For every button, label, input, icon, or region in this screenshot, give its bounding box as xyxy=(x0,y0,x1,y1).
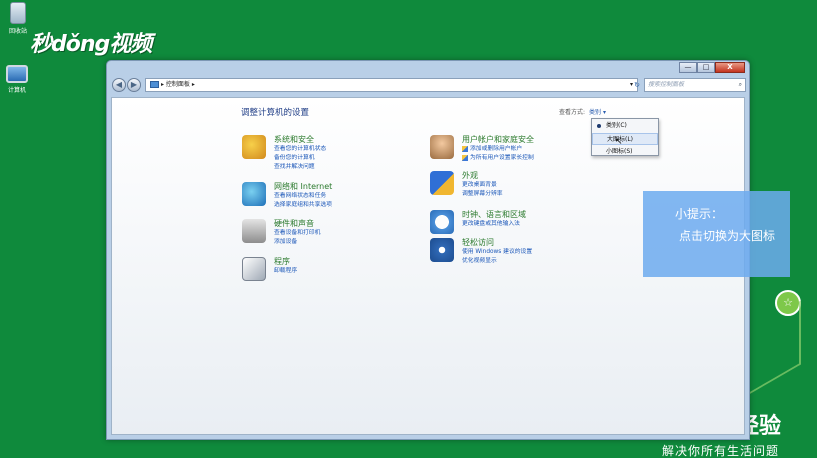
menu-item-large-icons[interactable]: 大图标(L) ↖ xyxy=(592,133,658,147)
recycle-bin-icon xyxy=(10,2,26,24)
tip-overlay: 小提示： 点击切换为大图标 xyxy=(643,191,790,277)
printer-icon xyxy=(242,219,266,243)
close-button[interactable]: X xyxy=(715,62,745,73)
category-title[interactable]: 外观 xyxy=(462,170,503,181)
computer-icon xyxy=(6,65,28,83)
ease-of-access-icon xyxy=(430,238,454,262)
search-icon[interactable]: ⌕ xyxy=(739,79,742,91)
address-bar[interactable]: ▸ 控制面板 ▸ ▾ xyxy=(145,78,638,92)
menu-item-category[interactable]: 类别(C) xyxy=(592,120,658,132)
tip-text: 点击切换为大图标 xyxy=(679,229,776,243)
menu-item-label: 类别(C) xyxy=(606,122,627,129)
page-title: 调整计算机的设置 xyxy=(241,108,310,118)
address-text: ▸ 控制面板 ▸ xyxy=(161,81,195,88)
uac-shield-icon xyxy=(462,154,468,161)
menu-item-small-icons[interactable]: 小图标(S) xyxy=(592,146,658,158)
computer-desktop-icon[interactable]: 计算机 xyxy=(0,65,35,94)
category-title[interactable]: 轻松访问 xyxy=(462,237,532,248)
users-icon xyxy=(430,135,454,159)
view-by-menu: 类别(C) 大图标(L) ↖ 小图标(S) xyxy=(591,118,659,156)
globe-network-icon xyxy=(242,182,266,206)
category-title[interactable]: 系统和安全 xyxy=(274,134,326,145)
category-link[interactable]: 卸载程序 xyxy=(274,267,297,276)
category-link[interactable]: 添加设备 xyxy=(274,238,320,247)
category-link-label: 为所有用户设置家长控制 xyxy=(470,155,534,161)
category-title[interactable]: 程序 xyxy=(274,256,297,267)
maximize-button[interactable]: □ xyxy=(697,62,715,73)
programs-icon xyxy=(242,257,266,281)
title-bar[interactable]: — □ X xyxy=(107,61,749,77)
category-link[interactable]: 使用 Windows 建议的设置 xyxy=(462,248,532,257)
search-input[interactable]: 搜索控制面板 ⌕ xyxy=(644,78,746,92)
category-link[interactable]: 为所有用户设置家长控制 xyxy=(462,154,534,163)
back-button[interactable]: ◀ xyxy=(112,78,126,92)
category-link[interactable]: 查看设备和打印机 xyxy=(274,229,320,238)
view-by-label: 查看方式: xyxy=(559,109,586,116)
category-link[interactable]: 优化视频显示 xyxy=(462,257,532,266)
control-panel-icon xyxy=(150,81,159,88)
category-title[interactable]: 硬件和声音 xyxy=(274,218,320,229)
slogan-text: 解决你所有生活问题 xyxy=(661,444,779,458)
category-link[interactable]: 添加或删除用户帐户 xyxy=(462,145,534,154)
category-title[interactable]: 用户帐户和家庭安全 xyxy=(462,134,534,145)
shield-icon xyxy=(242,135,266,159)
selected-bullet-icon xyxy=(597,124,601,128)
navigation-bar: ◀ ▶ ▸ 控制面板 ▸ ▾ ↻ 搜索控制面板 ⌕ xyxy=(107,77,749,93)
appearance-icon xyxy=(430,171,454,195)
category-link[interactable]: 查看网络状态和任务 xyxy=(274,192,332,201)
category-link[interactable]: 备份您的计算机 xyxy=(274,154,326,163)
category-link[interactable]: 更改键盘或其他输入法 xyxy=(462,220,526,229)
category-link[interactable]: 更改桌面背景 xyxy=(462,181,503,190)
category-link[interactable]: 查看您的计算机状态 xyxy=(274,145,326,154)
forward-button[interactable]: ▶ xyxy=(127,78,141,92)
category-link-label: 添加或删除用户帐户 xyxy=(470,146,523,152)
uac-shield-icon xyxy=(462,145,468,152)
menu-item-label: 小图标(S) xyxy=(606,148,633,155)
tip-title: 小提示： xyxy=(675,207,724,221)
video-logo: 秒dǒng视频 xyxy=(30,32,152,57)
category-link[interactable]: 查找并解决问题 xyxy=(274,163,326,172)
refresh-icon[interactable]: ↻ xyxy=(631,78,643,92)
fan-decoration xyxy=(747,300,801,396)
search-placeholder: 搜索控制面板 xyxy=(648,81,685,88)
minimize-button[interactable]: — xyxy=(679,62,697,73)
category-link[interactable]: 选择家庭组和共享选项 xyxy=(274,201,332,210)
window-controls: — □ X xyxy=(679,62,745,73)
category-title[interactable]: 网络和 Internet xyxy=(274,181,332,192)
category-link[interactable]: 调整屏幕分辨率 xyxy=(462,190,503,199)
clock-globe-icon xyxy=(430,210,454,234)
view-by-dropdown[interactable]: 类别 ▾ xyxy=(589,109,606,116)
desktop-icon-label: 计算机 xyxy=(7,87,26,94)
category-title[interactable]: 时钟、语言和区域 xyxy=(462,209,526,220)
view-by: 查看方式: 类别 ▾ xyxy=(559,107,606,116)
